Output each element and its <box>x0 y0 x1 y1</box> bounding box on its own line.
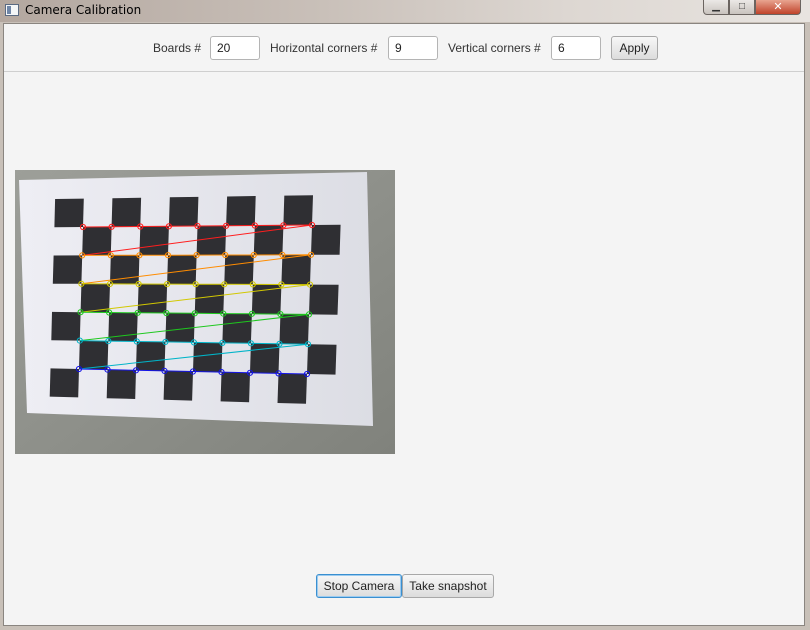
boards-input[interactable] <box>210 36 260 60</box>
board-square <box>111 197 142 227</box>
camera-frame-image <box>15 170 395 454</box>
board-square <box>311 224 341 255</box>
board-square <box>137 284 168 313</box>
board-square <box>51 311 81 341</box>
horizontal-corners-input[interactable] <box>388 36 438 60</box>
board-square <box>309 284 339 315</box>
board-square <box>194 284 225 314</box>
boards-label: Boards # <box>153 41 202 55</box>
minimize-button[interactable]: ▁ <box>703 0 729 15</box>
corner-row-line <box>82 254 312 256</box>
board-square <box>279 314 309 345</box>
app-window-icon <box>5 4 19 16</box>
board-square <box>139 226 169 256</box>
board-square <box>222 313 252 344</box>
board-square <box>106 369 136 399</box>
maximize-button[interactable]: □ <box>729 0 755 15</box>
board-square <box>136 341 166 371</box>
board-square <box>168 196 199 227</box>
take-snapshot-button[interactable]: Take snapshot <box>402 574 494 598</box>
stop-camera-button[interactable]: Stop Camera <box>316 574 402 598</box>
board-square <box>307 344 337 375</box>
board-square <box>283 195 313 226</box>
board-square <box>224 255 254 285</box>
board-square <box>49 368 79 398</box>
title-bar: Camera Calibration ▁ □ ✕ <box>0 0 810 22</box>
vertical-corners-label: Vertical corners # <box>448 41 541 55</box>
horizontal-corners-label: Horizontal corners # <box>270 41 378 55</box>
board-square <box>82 226 112 256</box>
camera-feed <box>15 170 395 454</box>
board-square <box>54 198 84 228</box>
board-square <box>163 370 193 401</box>
vertical-corners-input[interactable] <box>551 36 601 60</box>
apply-button[interactable]: Apply <box>611 36 658 60</box>
board-square <box>193 342 223 373</box>
board-square <box>196 225 227 256</box>
board-square <box>80 283 110 313</box>
board-square <box>281 254 311 285</box>
board-square <box>220 372 250 403</box>
action-bar: Stop Camera Take snapshot <box>4 574 804 604</box>
board-square <box>226 196 256 226</box>
board-square <box>52 255 83 284</box>
window-title: Camera Calibration <box>25 3 142 17</box>
settings-toolbar: Boards # Horizontal corners # Vertical c… <box>4 24 804 72</box>
close-button[interactable]: ✕ <box>755 0 801 15</box>
main-window: Boards # Horizontal corners # Vertical c… <box>3 23 805 626</box>
board-square <box>79 340 109 370</box>
board-square <box>277 373 307 404</box>
